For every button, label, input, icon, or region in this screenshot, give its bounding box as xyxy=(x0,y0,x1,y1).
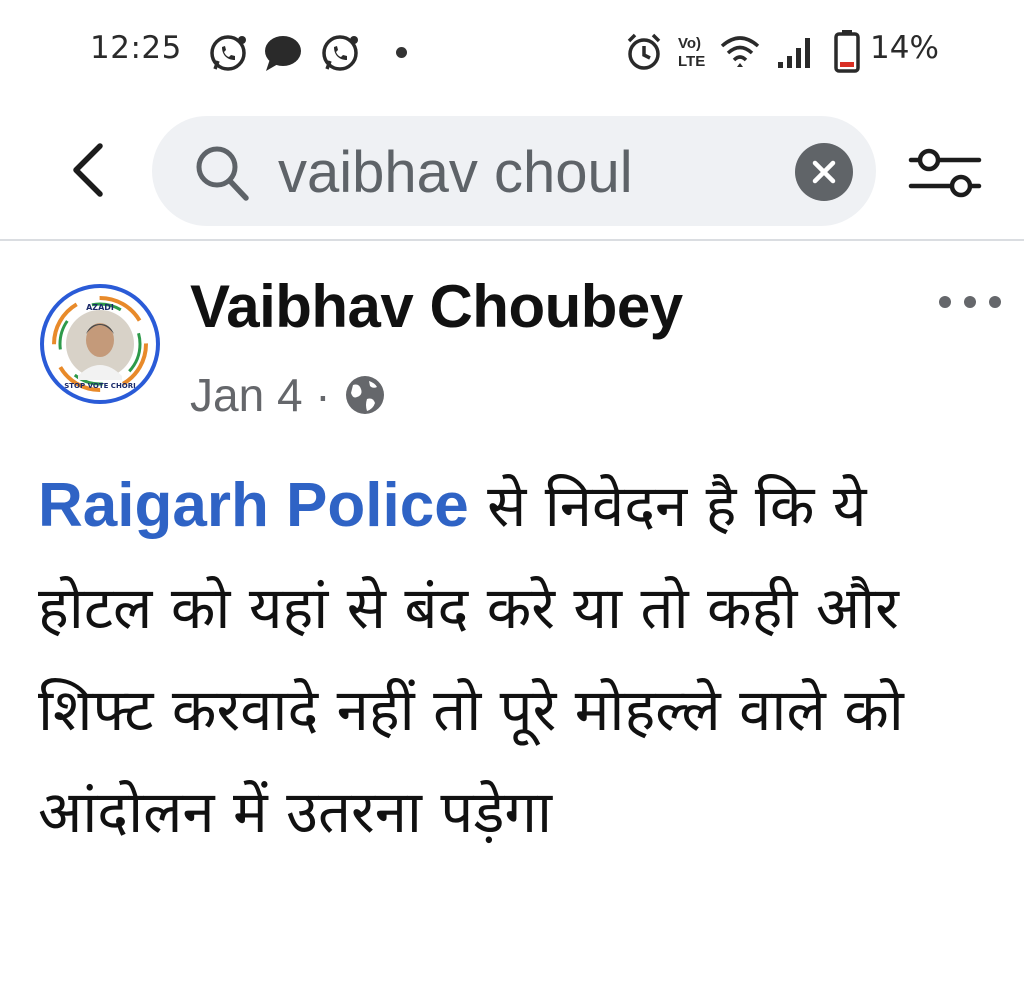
whatsapp-icon xyxy=(322,35,358,71)
wifi-icon xyxy=(720,36,760,67)
battery-icon xyxy=(834,30,860,73)
post-text: Raigarh Police से निवेदन है कि ये होटल क… xyxy=(38,455,998,863)
meta-separator: · xyxy=(302,369,344,421)
more-options-icon[interactable] xyxy=(935,290,1005,314)
chat-bubble-icon xyxy=(265,36,301,71)
clear-icon xyxy=(812,160,836,184)
clear-search-button[interactable] xyxy=(795,143,853,201)
post-date[interactable]: Jan 4 xyxy=(190,369,303,421)
filter-icon[interactable] xyxy=(905,140,985,206)
search-input[interactable]: vaibhav choul xyxy=(278,138,748,208)
svg-text:Vo): Vo) xyxy=(678,35,701,52)
status-time: 12:25 xyxy=(90,30,182,66)
battery-percentage: 14% xyxy=(870,30,939,66)
alarm-icon xyxy=(627,33,661,70)
status-bar: 12:25 Vo) LTE 14% xyxy=(0,0,1024,110)
svg-text:LTE: LTE xyxy=(678,53,705,70)
whatsapp-icon xyxy=(210,35,246,71)
avatar-text-top: AZADI xyxy=(86,303,114,312)
back-arrow-icon[interactable] xyxy=(62,140,118,200)
volte-icon: Vo) LTE xyxy=(678,35,705,70)
notification-dot xyxy=(396,47,407,58)
avatar-text-bottom: STOP VOTE CHORI xyxy=(64,382,136,390)
header-divider xyxy=(0,239,1024,241)
author-avatar[interactable]: AZADI STOP VOTE CHORI xyxy=(40,284,160,404)
signal-icon xyxy=(778,38,810,68)
post-author-name[interactable]: Vaibhav Choubey xyxy=(190,272,683,341)
profile-photo: AZADI STOP VOTE CHORI xyxy=(46,290,154,398)
search-icon xyxy=(196,146,249,201)
post-meta: Jan 4 · xyxy=(190,368,387,422)
globe-icon xyxy=(346,376,385,414)
mention-link[interactable]: Raigarh Police xyxy=(38,471,469,540)
